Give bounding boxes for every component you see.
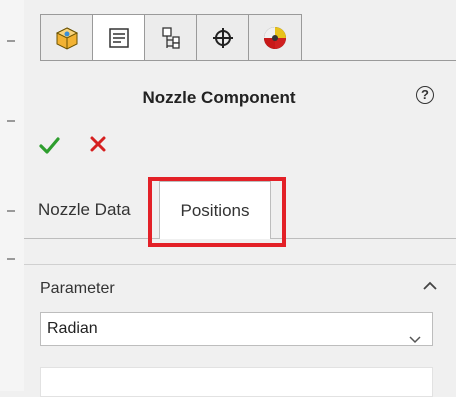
cancel-button[interactable]: [88, 134, 108, 159]
close-icon: [90, 136, 106, 152]
highlight-box: [148, 177, 286, 247]
help-icon[interactable]: ?: [416, 86, 434, 104]
checkmark-icon: [39, 137, 60, 154]
manager-tabs-baseline: [40, 60, 456, 61]
ok-button[interactable]: [38, 134, 60, 161]
tab-nozzle-data[interactable]: Nozzle Data: [38, 181, 158, 239]
chevron-up-icon: [423, 281, 437, 290]
parameter-select-value: Radian: [47, 320, 98, 337]
tab-dimxpert-manager[interactable]: [197, 15, 249, 61]
collapse-button[interactable]: [422, 279, 438, 298]
page-title: Nozzle Component: [142, 88, 296, 107]
tab-property-manager[interactable]: [93, 15, 145, 61]
positions-list-box[interactable]: [40, 367, 433, 397]
tab-feature-manager[interactable]: [41, 15, 93, 61]
left-edge-strip: [0, 0, 25, 391]
tab-display-manager[interactable]: [249, 15, 301, 61]
configuration-manager-icon: [161, 27, 180, 49]
parameter-select[interactable]: Radian: [40, 312, 433, 346]
strip-mark: [7, 210, 15, 212]
manager-tabs: [40, 14, 302, 61]
strip-mark: [7, 40, 15, 42]
property-manager-icon: [108, 28, 129, 48]
dimxpert-icon: [212, 28, 233, 48]
display-manager-icon: [264, 27, 286, 49]
section-divider: [24, 264, 456, 265]
tab-configuration-manager[interactable]: [145, 15, 197, 61]
property-manager-panel: Nozzle Component ? Nozzle Data Positions…: [24, 0, 456, 397]
parameter-group-label: Parameter: [40, 280, 115, 297]
part-icon: [55, 27, 78, 50]
strip-mark: [7, 258, 15, 260]
strip-mark: [7, 120, 15, 122]
chevron-down-icon: [408, 324, 422, 356]
